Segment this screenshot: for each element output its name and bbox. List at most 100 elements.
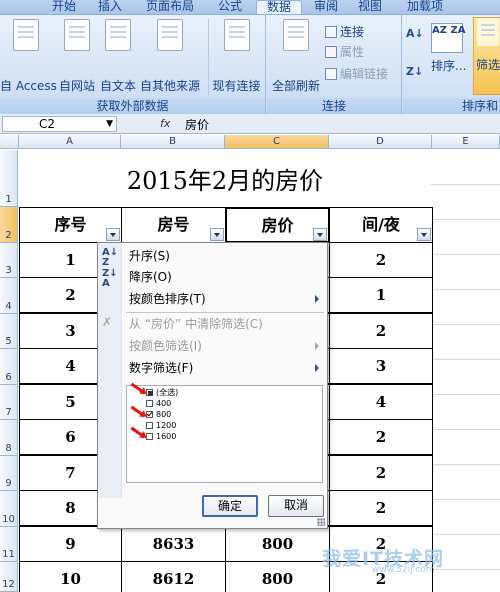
row-header-7[interactable]: 7 <box>0 385 18 420</box>
row-header-12[interactable]: 12 <box>0 562 18 592</box>
sheet-title[interactable]: 2015年2月的房价 <box>19 150 431 207</box>
filter-dropdown-a[interactable] <box>106 228 120 241</box>
annotation-arrow-icon <box>130 405 146 418</box>
value-item-400[interactable]: 400 <box>146 398 171 409</box>
resize-grip-icon[interactable] <box>317 518 325 526</box>
header-price-label: 房价 <box>261 216 294 235</box>
cell-nights[interactable]: 2 <box>329 455 433 491</box>
col-header-b[interactable]: B <box>121 135 225 149</box>
tab-review[interactable]: 审阅 <box>308 0 344 14</box>
sort-by-color-item[interactable]: 按颜色排序(T) <box>129 289 206 309</box>
value-item-1200[interactable]: 1200 <box>146 420 176 431</box>
row-header-4[interactable]: 4 <box>0 278 18 314</box>
cell-nights[interactable]: 2 <box>329 490 433 526</box>
filter-button[interactable]: 筛选 <box>473 17 500 95</box>
row-header-5[interactable]: 5 <box>0 314 18 349</box>
tab-view[interactable]: 视图 <box>352 0 388 14</box>
cell-price[interactable]: 800 <box>225 526 330 562</box>
value-item-select-all[interactable]: (全选) <box>146 387 178 398</box>
refresh-all-button[interactable]: 全部刷新 <box>269 19 323 95</box>
name-box[interactable]: C2 ▼ <box>2 116 117 132</box>
row-header-9[interactable]: 9 <box>0 456 18 491</box>
connections-icon <box>325 26 337 38</box>
value-item-800[interactable]: 800 <box>146 409 171 420</box>
cell-seq[interactable]: 10 <box>19 561 122 592</box>
edit-links-button[interactable]: 编辑链接 <box>325 65 388 83</box>
database-icon <box>157 19 183 51</box>
fx-label[interactable]: fx <box>160 117 170 130</box>
connections-label: 连接 <box>340 25 365 39</box>
value-label: 800 <box>156 410 172 419</box>
connections-button[interactable]: 连接 <box>325 23 364 41</box>
ok-button[interactable]: 确定 <box>202 495 258 517</box>
cancel-button[interactable]: 取消 <box>268 495 324 517</box>
cell-nights[interactable]: 2 <box>329 242 433 278</box>
cell-nights[interactable]: 3 <box>329 348 433 384</box>
menu-separator <box>126 312 324 313</box>
row-header-3[interactable]: 3 <box>0 243 18 278</box>
filter-dropdown-c[interactable] <box>313 228 327 241</box>
tab-add-ins[interactable]: 加载项 <box>400 0 450 14</box>
row-number: 2 <box>5 230 12 241</box>
site-watermark-url: www.52ij.com <box>372 565 435 575</box>
web-icon <box>64 19 90 51</box>
annotation-arrow-icon <box>130 382 146 395</box>
cell-nights[interactable]: 4 <box>329 384 433 420</box>
filter-by-color-item[interactable]: 按颜色筛选(I) <box>129 336 202 356</box>
checkbox-400[interactable] <box>146 400 153 407</box>
row-header-8[interactable]: 8 <box>0 420 18 456</box>
cell-price[interactable]: 800 <box>225 561 330 592</box>
sort-za-button[interactable]: Z↓ <box>406 63 423 81</box>
col-header-e[interactable]: E <box>432 135 500 149</box>
existing-connections-button[interactable]: 现有连接 <box>208 19 264 95</box>
row-header-11[interactable]: 11 <box>0 527 18 562</box>
cell-seq[interactable]: 9 <box>19 526 122 562</box>
cell-room[interactable]: 8633 <box>121 526 226 562</box>
properties-button[interactable]: 属性 <box>325 43 364 61</box>
group-label-connections: 连接 <box>267 98 401 115</box>
from-other-sources-button[interactable]: 自其他来源 <box>138 19 202 95</box>
filter-dropdown-b[interactable] <box>210 228 224 241</box>
tab-formulas[interactable]: 公式 <box>212 0 248 14</box>
name-box-value: C2 <box>39 117 56 131</box>
cell-nights[interactable]: 1 <box>329 277 433 313</box>
sort-ascending-item[interactable]: 升序(S) <box>129 246 170 266</box>
tab-home[interactable]: 开始 <box>44 0 84 14</box>
row-header-2[interactable]: 2 <box>0 207 18 243</box>
from-text-button[interactable]: 自文本 <box>98 19 138 95</box>
row-number: 4 <box>5 301 12 312</box>
tab-data[interactable]: 数据 <box>256 0 302 14</box>
tab-insert[interactable]: 插入 <box>92 0 128 14</box>
filter-dropdown-d[interactable] <box>417 228 431 241</box>
checkbox-1200[interactable] <box>146 422 153 429</box>
from-access-label: 自 Access <box>0 79 57 93</box>
col-header-c[interactable]: C <box>225 135 329 149</box>
row-number: 8 <box>5 443 12 454</box>
select-all-corner[interactable] <box>0 135 19 149</box>
row-header-1[interactable]: 1 <box>0 150 18 207</box>
col-header-d[interactable]: D <box>329 135 432 149</box>
clear-filter-item[interactable]: 从 “房价” 中清除筛选(C) <box>129 314 263 334</box>
tab-page-layout[interactable]: 页面布局 <box>140 0 200 14</box>
col-header-a[interactable]: A <box>19 135 121 149</box>
cell-nights[interactable]: 2 <box>329 419 433 455</box>
formula-input[interactable]: 房价 <box>185 116 209 133</box>
from-access-button[interactable]: 自 Access <box>0 19 57 95</box>
header-seq-label: 序号 <box>54 215 87 234</box>
sort-button[interactable]: 排序... <box>431 57 466 75</box>
cell-nights[interactable]: 2 <box>329 313 433 349</box>
connections-file-icon <box>223 19 250 51</box>
number-filters-item[interactable]: 数字筛选(F) <box>129 358 193 378</box>
cell-room[interactable]: 8612 <box>121 561 226 592</box>
filter-values-list[interactable]: (全选) 400 800 1200 1600 <box>126 382 323 483</box>
row-header-10[interactable]: 10 <box>0 491 18 527</box>
row-header-6[interactable]: 6 <box>0 349 18 385</box>
value-item-1600[interactable]: 1600 <box>146 431 176 442</box>
sort-descending-item[interactable]: 降序(O) <box>129 267 172 287</box>
access-icon <box>13 19 39 51</box>
edit-links-icon <box>325 68 337 80</box>
from-web-button[interactable]: 自网站 <box>56 19 98 95</box>
chevron-down-icon[interactable]: ▼ <box>106 117 113 131</box>
sort-icon[interactable]: AZ ZA <box>431 23 465 53</box>
sort-az-button[interactable]: A↓ <box>406 25 424 43</box>
